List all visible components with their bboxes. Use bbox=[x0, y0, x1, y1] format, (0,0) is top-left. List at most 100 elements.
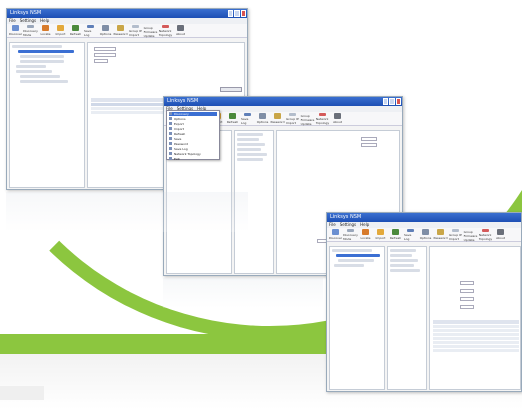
import-button[interactable]: Import bbox=[374, 229, 387, 241]
options-button[interactable]: Options bbox=[256, 113, 269, 125]
topology-button[interactable]: Network Topology bbox=[159, 25, 172, 37]
title-bar: Linksys NSM bbox=[164, 97, 402, 106]
menu-file[interactable]: File bbox=[329, 222, 336, 228]
maximize-icon[interactable] bbox=[234, 10, 240, 17]
key-icon bbox=[437, 229, 444, 235]
filter-icon bbox=[347, 229, 354, 232]
group-ip-import-button[interactable]: Group IP Import bbox=[129, 25, 142, 37]
topology-icon bbox=[482, 229, 489, 232]
title-bar: Linksys NSM bbox=[327, 213, 521, 222]
menu-item-export[interactable]: Export bbox=[169, 122, 217, 126]
discovery-mode-button[interactable]: Discovery Mode bbox=[23, 25, 38, 37]
options-icon bbox=[422, 229, 429, 235]
discovery-mode-button[interactable]: Discovery Mode bbox=[343, 229, 358, 241]
group-firmware-button[interactable]: Group Firmware Update bbox=[301, 113, 315, 126]
device-tree[interactable] bbox=[329, 246, 385, 390]
menu-settings[interactable]: Settings bbox=[20, 18, 36, 24]
password-button[interactable]: Password bbox=[434, 229, 448, 241]
menu-file[interactable]: File bbox=[9, 18, 16, 24]
brochure-page: Linksys NSM File Settings Help Discover … bbox=[0, 0, 522, 409]
refresh-icon bbox=[72, 25, 79, 31]
group-ip-import-button[interactable]: Group IP Import bbox=[449, 229, 462, 241]
save-icon bbox=[407, 229, 414, 232]
refresh-icon bbox=[229, 113, 236, 119]
locate-button[interactable]: Locate bbox=[359, 229, 372, 241]
refresh-button[interactable]: Refresh bbox=[69, 25, 82, 37]
save-log-button[interactable]: Save Log bbox=[404, 229, 417, 241]
menu-item-save[interactable]: Save bbox=[169, 137, 217, 141]
locate-icon bbox=[362, 229, 369, 235]
close-icon[interactable] bbox=[240, 10, 246, 17]
file-context-menu: Discovery Options Export Import Refresh … bbox=[166, 110, 220, 161]
toolbar: Discover Discovery Mode Locate Import Re… bbox=[7, 24, 247, 38]
menu-item-exit[interactable]: Exit bbox=[169, 157, 217, 161]
refresh-icon bbox=[392, 229, 399, 235]
search-icon bbox=[12, 25, 19, 31]
maximize-icon[interactable] bbox=[389, 98, 395, 105]
device-tree[interactable] bbox=[9, 42, 85, 188]
import-button[interactable]: Import bbox=[54, 25, 67, 37]
window-title: Linksys NSM bbox=[330, 214, 362, 220]
menu-item-import[interactable]: Import bbox=[169, 127, 217, 131]
discover-button[interactable]: Discover bbox=[9, 25, 22, 37]
about-icon bbox=[177, 25, 184, 31]
nsm-window-config: Linksys NSM File Settings Help Discover … bbox=[326, 212, 522, 392]
window-controls[interactable] bbox=[383, 98, 401, 105]
key-icon bbox=[117, 25, 124, 31]
topology-button[interactable]: Network Topology bbox=[316, 113, 329, 125]
save-icon bbox=[244, 113, 251, 116]
group-icon bbox=[289, 113, 296, 116]
menu-help[interactable]: Help bbox=[360, 222, 369, 228]
search-icon bbox=[332, 229, 339, 235]
save-log-button[interactable]: Save Log bbox=[84, 25, 97, 37]
menu-item-save-log[interactable]: Save Log bbox=[169, 147, 217, 151]
about-button[interactable]: About bbox=[494, 229, 507, 241]
password-button[interactable]: Password bbox=[114, 25, 128, 37]
menu-item-options[interactable]: Options bbox=[169, 117, 217, 121]
about-button[interactable]: About bbox=[174, 25, 187, 37]
close-icon[interactable] bbox=[395, 98, 401, 105]
options-button[interactable]: Options bbox=[419, 229, 432, 241]
group-firmware-button[interactable]: Group Firmware Update bbox=[464, 229, 478, 242]
save-log-button[interactable]: Save Log bbox=[241, 113, 254, 125]
menu-item-discovery[interactable]: Discovery bbox=[169, 112, 217, 116]
port-config-panel bbox=[429, 246, 521, 390]
options-button[interactable]: Options bbox=[99, 25, 112, 37]
group-firmware-button[interactable]: Group Firmware Update bbox=[144, 25, 158, 38]
import-icon bbox=[377, 229, 384, 235]
title-bar: Linksys NSM bbox=[7, 9, 247, 18]
window-controls[interactable] bbox=[228, 10, 246, 17]
options-list[interactable] bbox=[387, 246, 427, 390]
minimize-icon[interactable] bbox=[383, 98, 389, 105]
toolbar: Discover Discovery Mode Locate Import Re… bbox=[327, 228, 521, 242]
locate-icon bbox=[42, 25, 49, 31]
footer-block bbox=[0, 386, 44, 400]
topology-button[interactable]: Network Topology bbox=[479, 229, 492, 241]
key-icon bbox=[274, 113, 281, 119]
options-icon bbox=[102, 25, 109, 31]
about-button[interactable]: About bbox=[331, 113, 344, 125]
discover-button[interactable]: Discover bbox=[329, 229, 342, 241]
menu-help[interactable]: Help bbox=[40, 18, 49, 24]
group-icon bbox=[452, 229, 459, 232]
group-ip-import-button[interactable]: Group IP Import bbox=[286, 113, 299, 125]
menu-item-password[interactable]: Password bbox=[169, 142, 217, 146]
save-icon bbox=[87, 25, 94, 28]
filter-icon bbox=[27, 25, 34, 28]
refresh-button[interactable]: Refresh bbox=[226, 113, 239, 125]
menu-settings[interactable]: Settings bbox=[340, 222, 356, 228]
refresh-button[interactable]: Refresh bbox=[389, 229, 402, 241]
about-icon bbox=[334, 113, 341, 119]
window-title: Linksys NSM bbox=[10, 10, 42, 16]
window-reflection bbox=[163, 278, 323, 308]
window-title: Linksys NSM bbox=[167, 98, 199, 104]
minimize-icon[interactable] bbox=[228, 10, 234, 17]
password-button[interactable]: Password bbox=[271, 113, 285, 125]
about-icon bbox=[497, 229, 504, 235]
options-icon bbox=[259, 113, 266, 119]
topology-icon bbox=[162, 25, 169, 28]
topology-icon bbox=[319, 113, 326, 116]
menu-item-refresh[interactable]: Refresh bbox=[169, 132, 217, 136]
locate-button[interactable]: Locate bbox=[39, 25, 52, 37]
menu-item-topology[interactable]: Network Topology bbox=[169, 152, 217, 156]
